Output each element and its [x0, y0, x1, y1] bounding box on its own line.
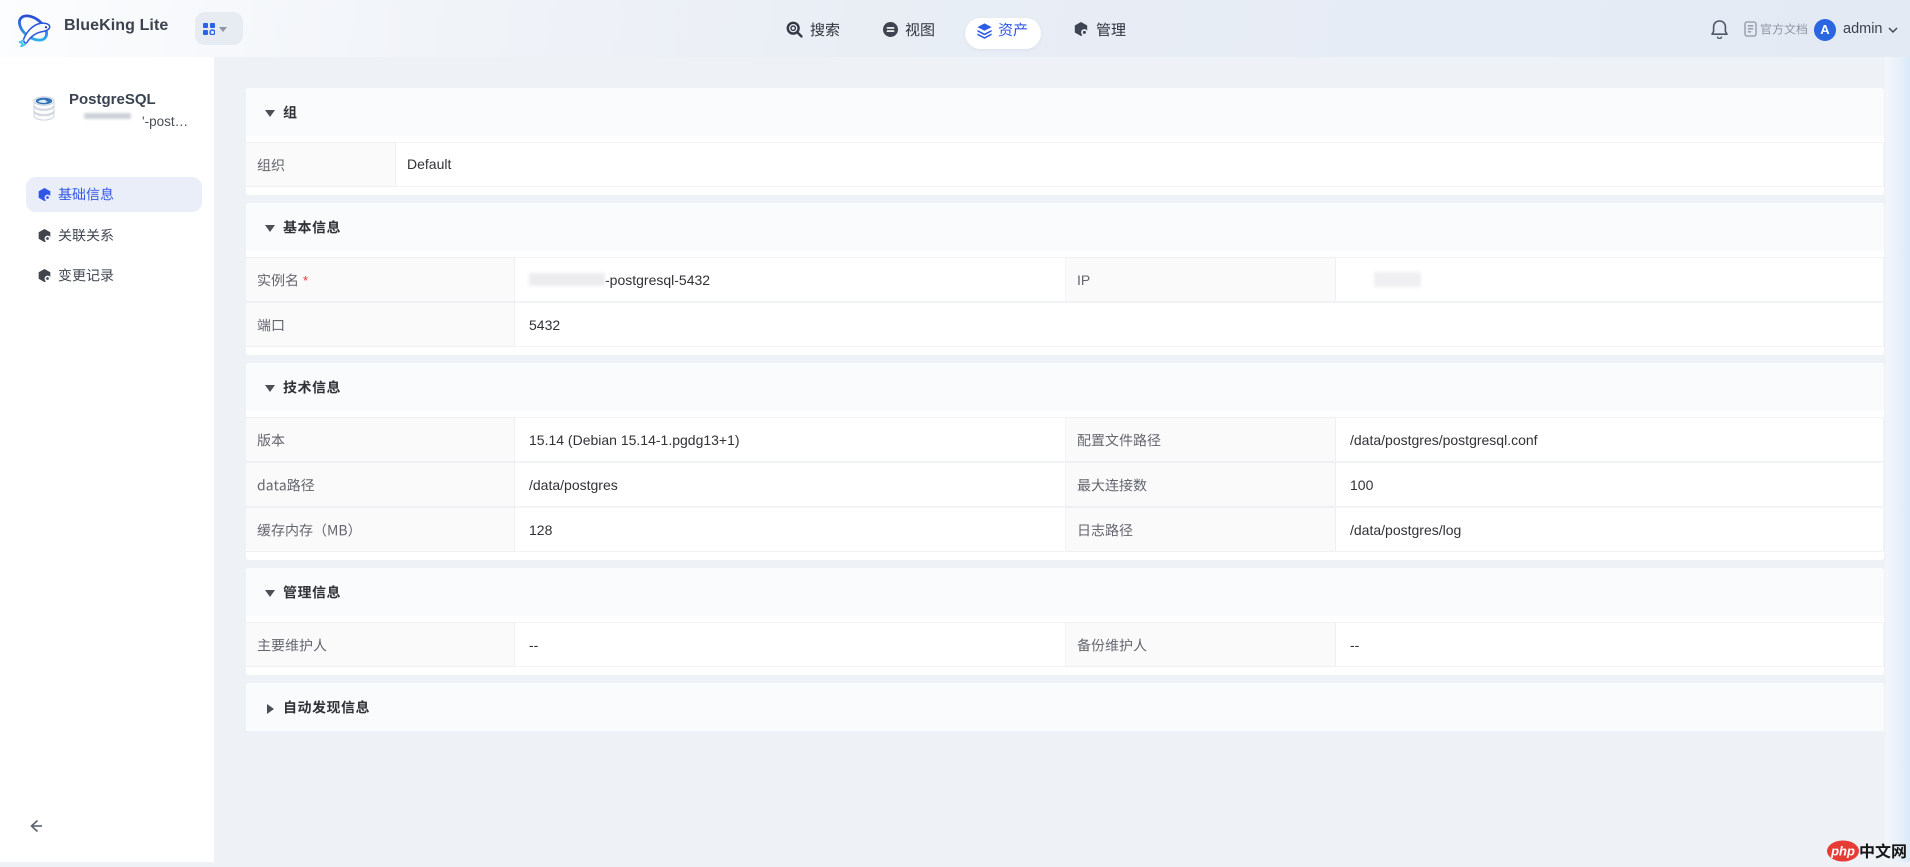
- svg-text:php: php: [1830, 844, 1855, 859]
